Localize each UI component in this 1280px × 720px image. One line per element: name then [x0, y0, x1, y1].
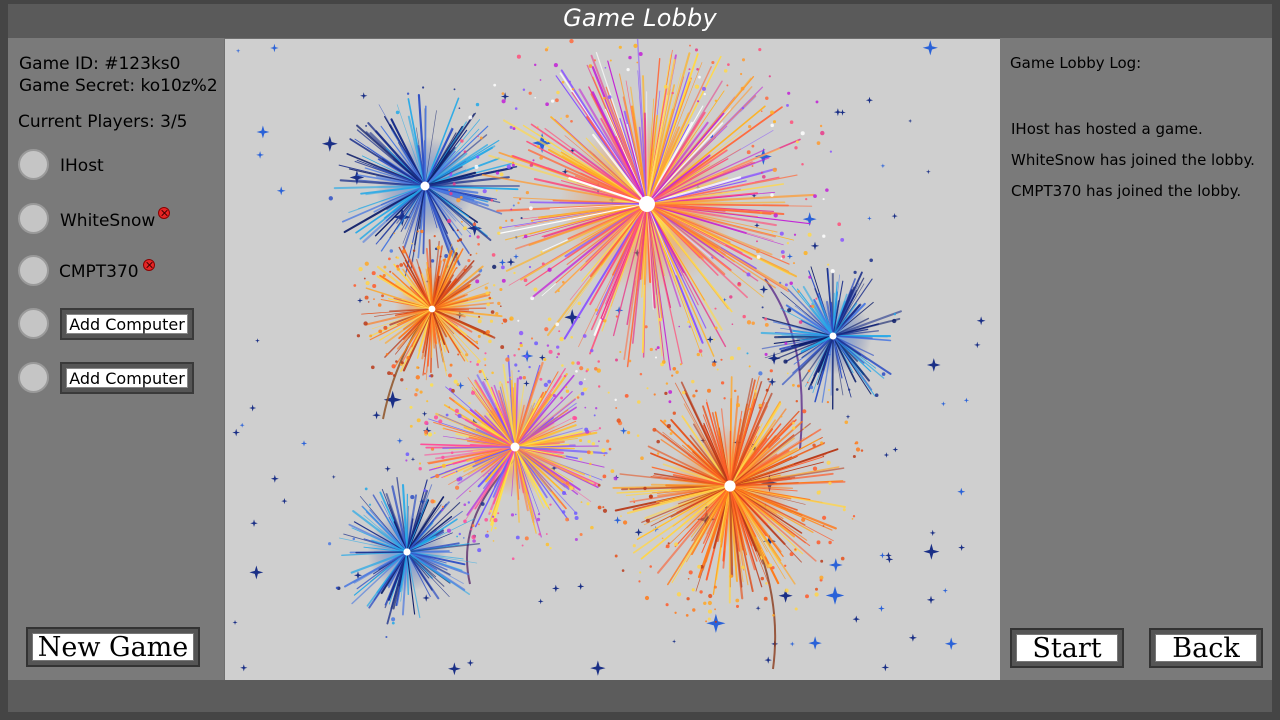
player-name: WhiteSnow	[60, 211, 156, 231]
current-players: Current Players: 3/5	[18, 112, 188, 132]
empty-slot-avatar	[18, 362, 49, 393]
game-secret: Game Secret: ko10z%2	[19, 76, 218, 96]
start-button[interactable]: Start	[1010, 628, 1124, 668]
add-computer-button[interactable]: Add Computer	[60, 362, 194, 394]
player-slot-avatar	[18, 255, 49, 286]
kick-player-icon[interactable]	[143, 259, 155, 271]
bottom-bar	[8, 680, 1272, 712]
add-computer-button[interactable]: Add Computer	[60, 308, 194, 340]
log-entry: WhiteSnow has joined the lobby.	[1011, 151, 1255, 169]
empty-slot-avatar	[18, 308, 49, 339]
log-entry: CMPT370 has joined the lobby.	[1011, 182, 1242, 200]
back-label: Back	[1155, 633, 1257, 664]
new-game-label: New Game	[32, 632, 194, 663]
player-slot-avatar	[18, 149, 49, 180]
log-header: Game Lobby Log:	[1010, 54, 1142, 72]
log-entry: IHost has hosted a game.	[1011, 120, 1203, 138]
add-computer-label: Add Computer	[66, 314, 188, 334]
kick-player-icon[interactable]	[158, 207, 170, 219]
player-name: IHost	[60, 156, 104, 176]
fireworks-image	[225, 39, 1000, 680]
window-title: Game Lobby	[563, 4, 717, 32]
fireworks-illustration	[232, 39, 986, 676]
back-button[interactable]: Back	[1149, 628, 1263, 668]
player-name: CMPT370	[59, 262, 139, 282]
start-label: Start	[1016, 633, 1118, 664]
player-slot-avatar	[18, 203, 49, 234]
add-computer-label: Add Computer	[66, 368, 188, 388]
game-id: Game ID: #123ks0	[19, 54, 181, 74]
new-game-button[interactable]: New Game	[26, 627, 200, 667]
players-panel	[8, 38, 224, 680]
